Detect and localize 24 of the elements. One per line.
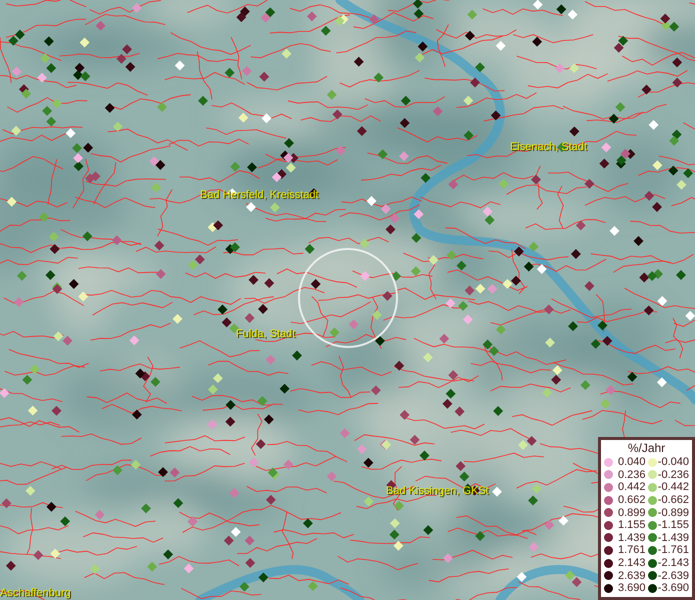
legend-value: -2.143 <box>658 557 689 570</box>
legend-value: -0.662 <box>658 494 689 506</box>
legend-value: 0.236 <box>618 468 646 481</box>
legend-value: -2.639 <box>658 570 689 582</box>
legend-value: 0.662 <box>618 494 646 506</box>
legend-value: -0.899 <box>658 506 689 519</box>
legend-value: 3.690 <box>618 582 646 594</box>
legend-value: 2.639 <box>618 570 646 582</box>
legend-value: -1.761 <box>658 544 689 556</box>
legend-value: 1.761 <box>618 544 646 556</box>
legend-value: 0.899 <box>618 506 646 519</box>
legend-value: 0.040 <box>618 456 646 468</box>
legend-value: -0.442 <box>658 481 689 494</box>
legend-value: -0.040 <box>658 456 689 468</box>
legend-value: -1.439 <box>658 532 689 544</box>
place-label: Fulda, Stadt <box>236 328 296 341</box>
legend-value: 2.143 <box>618 557 646 570</box>
legend-value: -3.690 <box>658 582 689 594</box>
legend-title: %/Jahr <box>626 441 666 456</box>
legend-value: 0.442 <box>618 481 646 494</box>
legend-value: 1.439 <box>618 532 646 544</box>
legend-value: -1.155 <box>658 519 689 532</box>
legend-value: -0.236 <box>658 468 689 481</box>
legend-value: 1.155 <box>618 519 646 532</box>
